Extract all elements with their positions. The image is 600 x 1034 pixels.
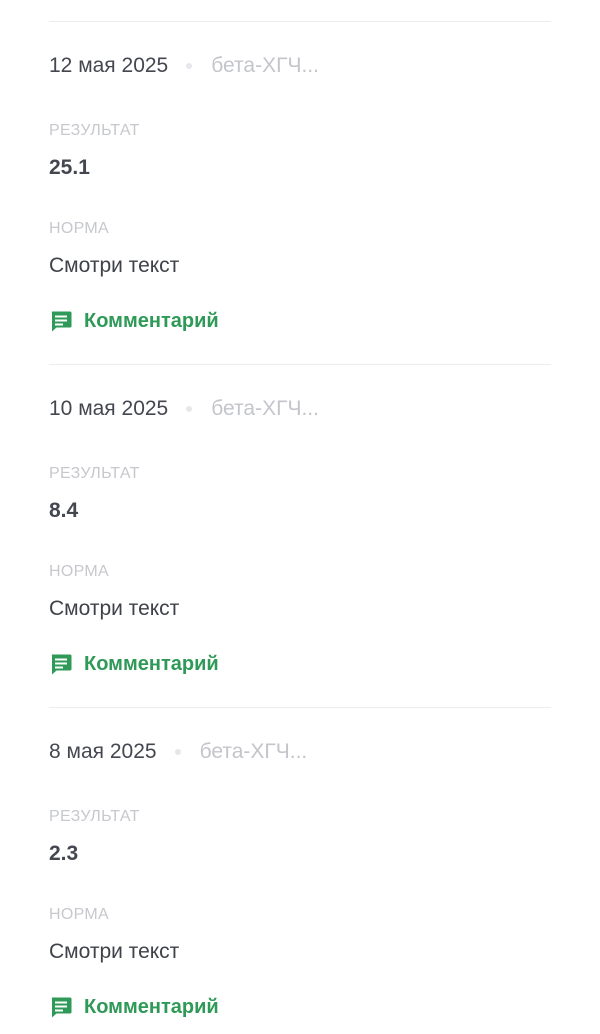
result-entry: 10 мая 2025 бета-ХГЧ... РЕЗУЛЬТАТ 8.4 НО…: [0, 364, 600, 707]
test-name[interactable]: бета-ХГЧ...: [200, 740, 308, 764]
entry-header: 8 мая 2025 бета-ХГЧ...: [49, 738, 307, 766]
comment-button[interactable]: Комментарий: [49, 650, 219, 678]
result-label: РЕЗУЛЬТАТ: [49, 808, 140, 825]
comment-icon: [49, 995, 73, 1019]
comment-icon: [49, 309, 73, 333]
test-name[interactable]: бета-ХГЧ...: [211, 54, 319, 78]
norm-label: НОРМА: [49, 563, 109, 580]
norm-label: НОРМА: [49, 220, 109, 237]
entry-header: 12 мая 2025 бета-ХГЧ...: [49, 52, 319, 80]
entry-date: 12 мая 2025: [49, 54, 169, 77]
comment-button[interactable]: Комментарий: [49, 993, 219, 1021]
comment-label: Комментарий: [84, 652, 219, 675]
comment-label: Комментарий: [84, 995, 219, 1018]
comment-label: Комментарий: [84, 309, 219, 332]
result-entry: 12 мая 2025 бета-ХГЧ... РЕЗУЛЬТАТ 25.1 Н…: [0, 21, 600, 364]
entry-date: 8 мая 2025: [49, 740, 157, 763]
norm-value: Смотри текст: [49, 254, 180, 277]
separator-dot: [186, 406, 193, 412]
divider: [49, 21, 551, 22]
result-label: РЕЗУЛЬТАТ: [49, 465, 140, 482]
separator-dot: [174, 749, 181, 755]
result-entry: 8 мая 2025 бета-ХГЧ... РЕЗУЛЬТАТ 2.3 НОР…: [0, 707, 600, 1034]
norm-value: Смотри текст: [49, 940, 180, 963]
results-list: 12 мая 2025 бета-ХГЧ... РЕЗУЛЬТАТ 25.1 Н…: [0, 0, 600, 1034]
entry-header: 10 мая 2025 бета-ХГЧ...: [49, 395, 319, 423]
result-value: 25.1: [49, 156, 90, 179]
result-label: РЕЗУЛЬТАТ: [49, 122, 140, 139]
result-value: 2.3: [49, 842, 79, 865]
comment-icon: [49, 652, 73, 676]
divider: [49, 707, 551, 708]
divider: [49, 364, 551, 365]
separator-dot: [186, 63, 193, 69]
comment-button[interactable]: Комментарий: [49, 307, 219, 335]
test-name[interactable]: бета-ХГЧ...: [211, 397, 319, 421]
norm-label: НОРМА: [49, 906, 109, 923]
entry-date: 10 мая 2025: [49, 397, 169, 420]
norm-value: Смотри текст: [49, 597, 180, 620]
result-value: 8.4: [49, 499, 79, 522]
